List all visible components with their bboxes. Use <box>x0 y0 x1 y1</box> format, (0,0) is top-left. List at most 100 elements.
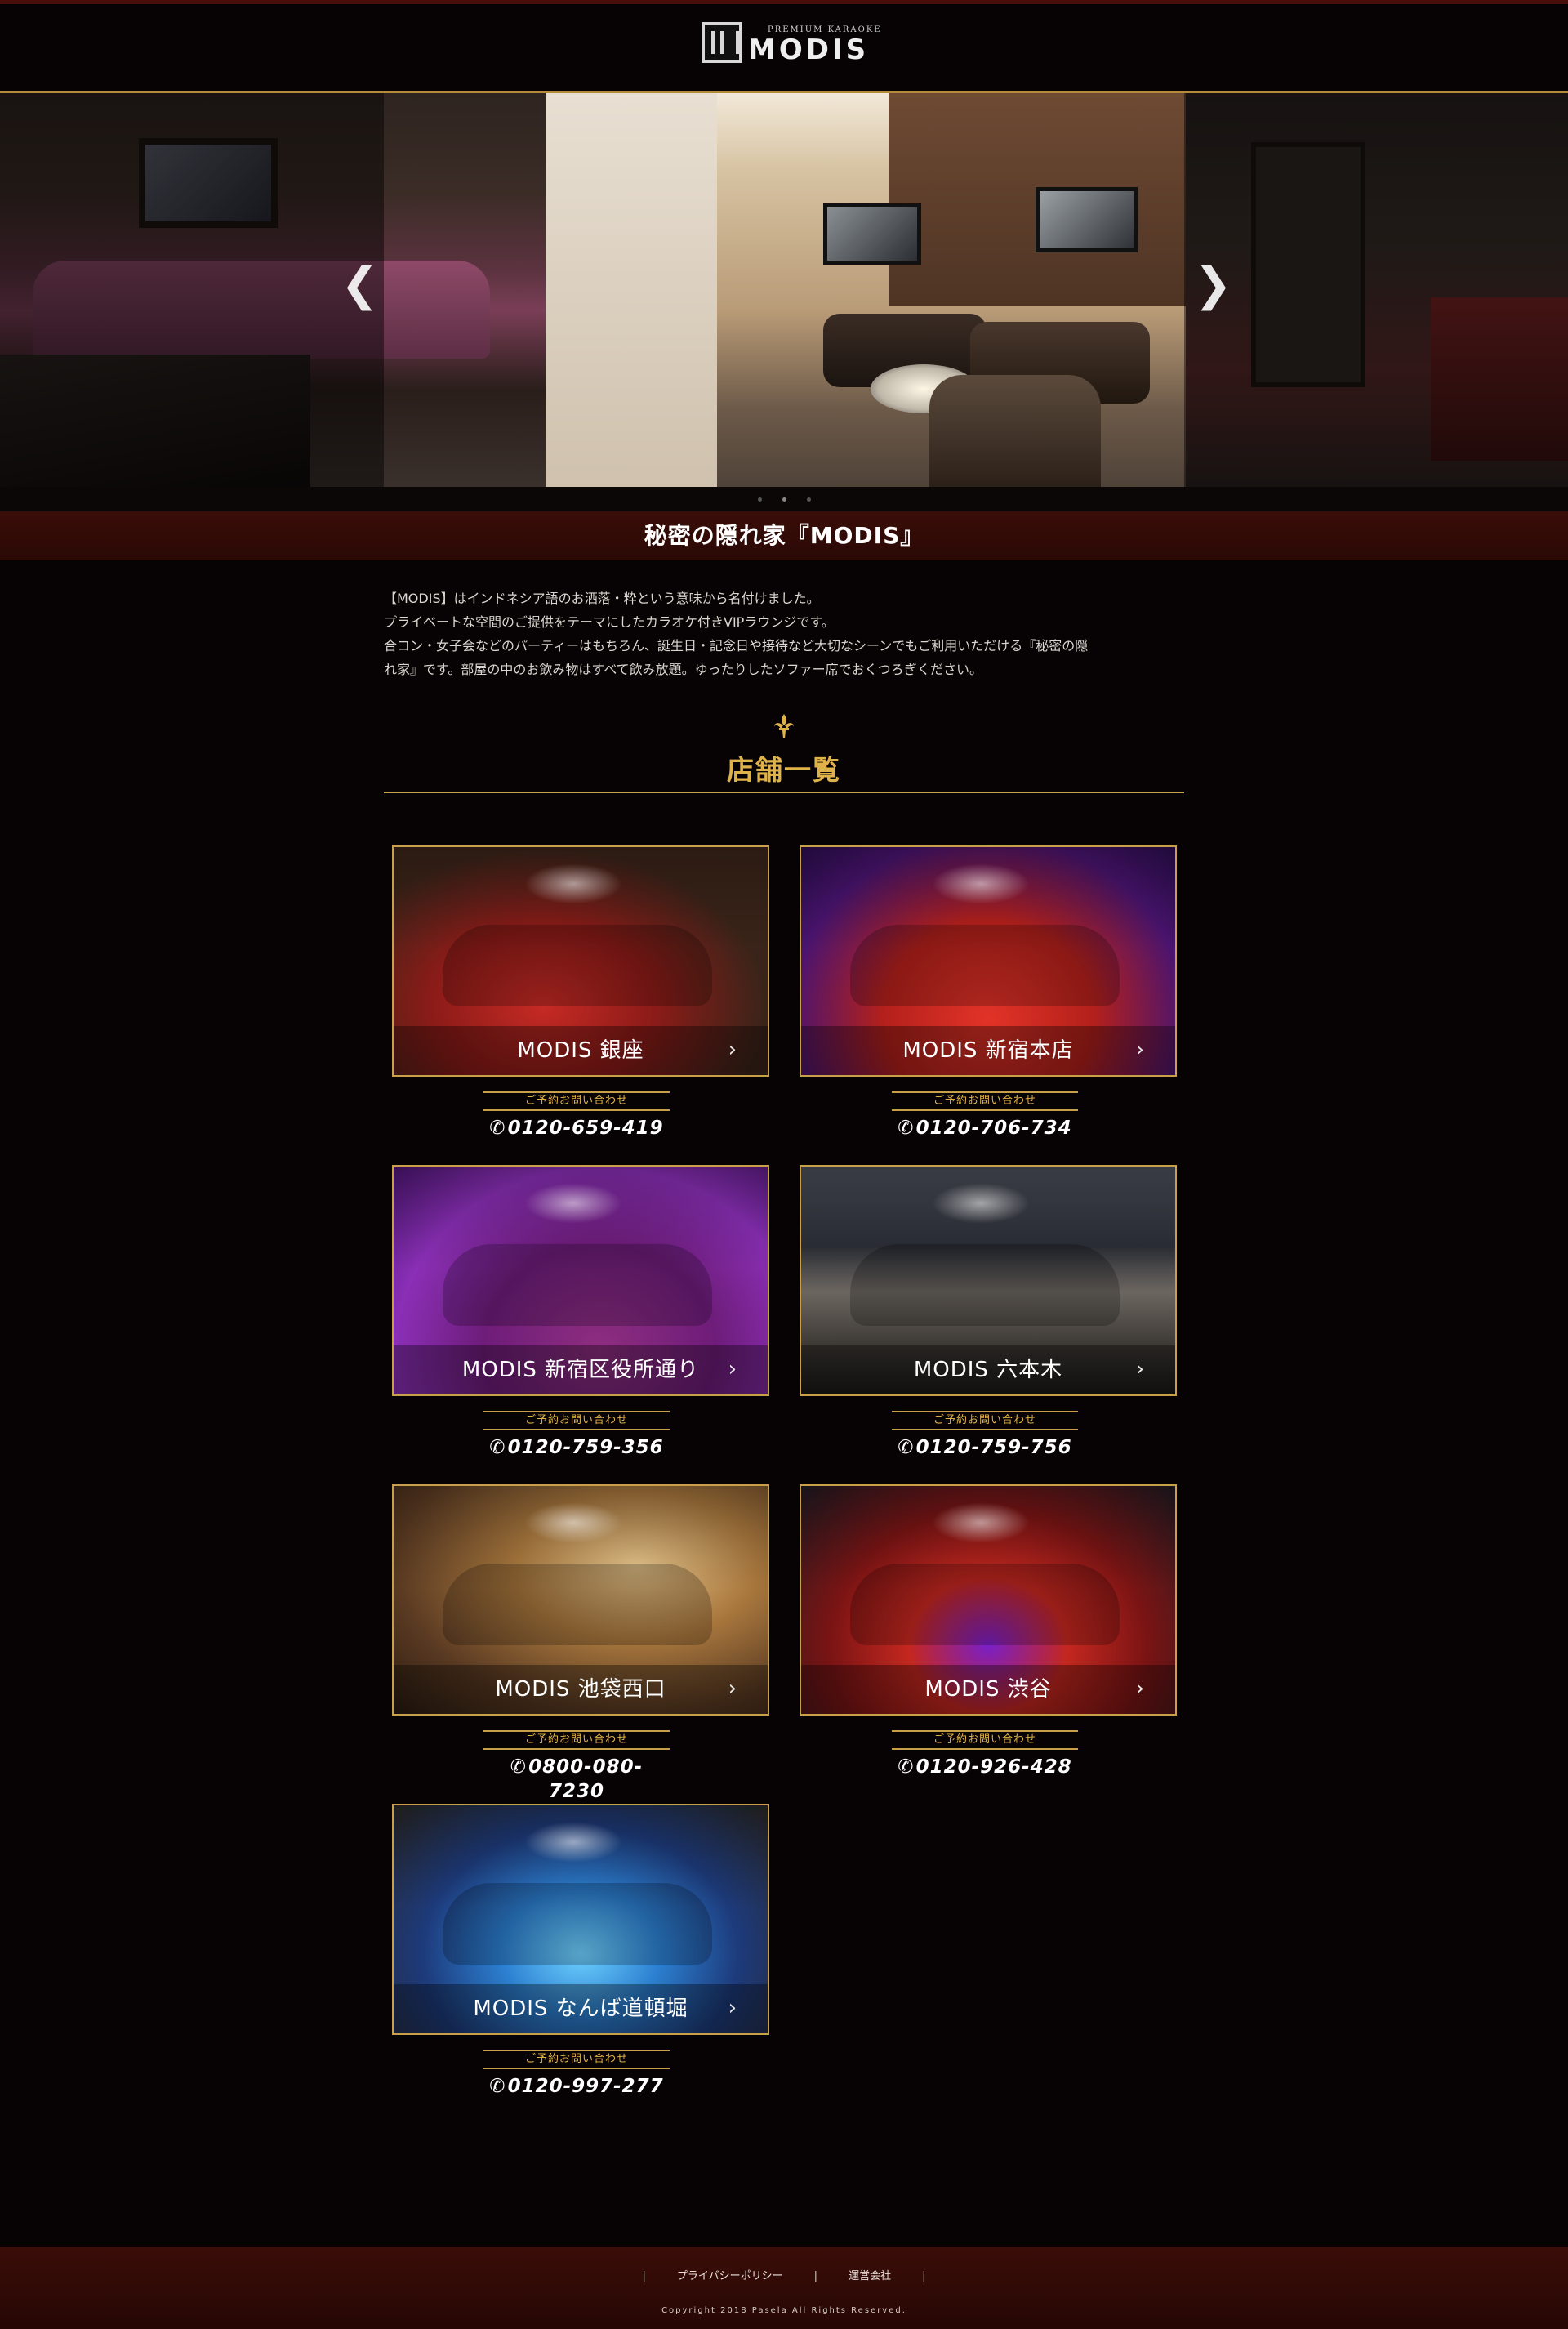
photo-light <box>932 863 1030 904</box>
store-list-title: 店舗一覧 <box>727 754 841 786</box>
modis-logo[interactable]: PREMIUM KARAOKE MODIS <box>702 19 880 68</box>
slide-dim-overlay <box>1184 93 1568 487</box>
page: PREMIUM KARAOKE MODIS ❮ ❯ 秘密の隠れ家『MODIS』 … <box>0 0 1568 2329</box>
store-card-roppongi[interactable]: MODIS 六本木 › <box>800 1165 1177 1396</box>
phone-link[interactable]: ✆0120-706-734 <box>892 1116 1078 1140</box>
contact-label: ご予約お問い合わせ <box>892 1730 1078 1750</box>
intro-title-band: 秘密の隠れ家『MODIS』 <box>0 511 1568 560</box>
footer-separator: | <box>922 2270 926 2282</box>
photo-sofa <box>443 1244 712 1326</box>
phone-number: 0120-706-734 <box>915 1118 1072 1139</box>
contact-label: ご予約お問い合わせ <box>892 1091 1078 1111</box>
privacy-policy-link[interactable]: プライバシーポリシー <box>677 2270 783 2282</box>
photo-sofa <box>850 1564 1120 1645</box>
slide-image-current <box>546 93 1186 487</box>
store-card-shinjuku-main[interactable]: MODIS 新宿本店 › <box>800 845 1177 1077</box>
photo-light <box>524 863 622 904</box>
photo-light <box>524 1183 622 1224</box>
contact-label: ご予約お問い合わせ <box>483 1730 670 1750</box>
phone-number: 0120-759-756 <box>915 1437 1072 1458</box>
intro-title: 秘密の隠れ家『MODIS』 <box>644 522 924 549</box>
slider-dot-active[interactable] <box>782 497 786 502</box>
phone-number: 0120-926-428 <box>915 1756 1072 1778</box>
slider-dot[interactable] <box>758 497 762 502</box>
store-contact-shinjuku-kuyakusho: ご予約お問い合わせ ✆0120-759-356 <box>483 1411 670 1460</box>
phone-icon: ✆ <box>898 1437 915 1458</box>
phone-number: 0120-997-277 <box>507 2076 664 2097</box>
copyright-text: Copyright 2018 Pasela All Rights Reserve… <box>662 2306 906 2315</box>
photo-light <box>932 1183 1030 1224</box>
company-link[interactable]: 運営会社 <box>849 2270 891 2282</box>
store-contact-ginza: ご予約お問い合わせ ✆0120-659-419 <box>483 1091 670 1140</box>
intro-line: れ家』です。部屋の中のお飲み物はすべて飲み放題。ゆったりしたソファー席でおくつろ… <box>384 662 982 677</box>
chevron-right-icon: › <box>728 1996 737 2020</box>
slider-dot[interactable] <box>807 497 811 502</box>
footer-nav: | プライバシーポリシー | 運営会社 | <box>0 2267 1568 2282</box>
chevron-right-icon: › <box>1135 1037 1144 1062</box>
store-name: MODIS 新宿本店 <box>801 1026 1175 1075</box>
intro-line: 合コン・女子会などのパーティーはもちろん、誕生日・記念日や接待など大切なシーンで… <box>384 638 1089 654</box>
photo-sofa <box>850 1244 1120 1326</box>
phone-link[interactable]: ✆0120-759-756 <box>892 1435 1078 1460</box>
intro-line: プライベートな空間のご提供をテーマにしたカラオケ付きVIPラウンジです。 <box>384 614 835 630</box>
contact-label: ご予約お問い合わせ <box>483 2050 670 2069</box>
slide-dim-overlay <box>0 93 384 487</box>
store-contact-shinjuku-main: ご予約お問い合わせ ✆0120-706-734 <box>892 1091 1078 1140</box>
intro-text: 【MODIS】はインドネシア語のお洒落・粋という意味から名付けました。 プライベ… <box>384 587 1192 681</box>
slide-wall <box>546 93 717 487</box>
phone-number: 0800-080-7230 <box>528 1756 644 1802</box>
site-header: PREMIUM KARAOKE MODIS <box>0 4 1568 91</box>
modis-logo-mark-icon <box>702 22 742 63</box>
chevron-right-icon: › <box>728 1357 737 1381</box>
phone-link[interactable]: ✆0120-659-419 <box>483 1116 670 1140</box>
phone-number: 0120-759-356 <box>507 1437 664 1458</box>
store-name: MODIS 渋谷 <box>801 1665 1175 1714</box>
chevron-right-icon[interactable]: ❯ <box>1194 261 1232 310</box>
slide-recliner <box>929 375 1101 487</box>
chevron-right-icon: › <box>728 1676 737 1701</box>
photo-sofa <box>850 925 1120 1006</box>
phone-icon: ✆ <box>898 1756 915 1778</box>
store-card-namba-dotonbori[interactable]: MODIS なんば道頓堀 › <box>392 1804 769 2035</box>
store-contact-namba-dotonbori: ご予約お問い合わせ ✆0120-997-277 <box>483 2050 670 2099</box>
store-contact-shibuya: ご予約お問い合わせ ✆0120-926-428 <box>892 1730 1078 1779</box>
store-contact-roppongi: ご予約お問い合わせ ✆0120-759-756 <box>892 1411 1078 1460</box>
phone-link[interactable]: ✆0800-080-7230 <box>483 1755 670 1804</box>
phone-icon: ✆ <box>898 1118 915 1139</box>
contact-label: ご予約お問い合わせ <box>483 1091 670 1111</box>
phone-icon: ✆ <box>489 1118 506 1139</box>
photo-sofa <box>443 1883 712 1965</box>
chevron-left-icon[interactable]: ❮ <box>341 261 379 310</box>
footer-separator: | <box>813 2270 818 2282</box>
store-card-ikebukuro-west[interactable]: MODIS 池袋西口 › <box>392 1484 769 1716</box>
section-divider <box>384 792 1184 796</box>
store-card-shibuya[interactable]: MODIS 渋谷 › <box>800 1484 1177 1716</box>
phone-link[interactable]: ✆0120-997-277 <box>483 2074 670 2099</box>
phone-icon: ✆ <box>489 2076 506 2097</box>
contact-label: ご予約お問い合わせ <box>483 1411 670 1430</box>
store-contact-ikebukuro-west: ご予約お問い合わせ ✆0800-080-7230 <box>483 1730 670 1802</box>
photo-light <box>524 1502 622 1543</box>
store-card-shinjuku-kuyakusho[interactable]: MODIS 新宿区役所通り › <box>392 1165 769 1396</box>
store-name: MODIS 六本木 <box>801 1345 1175 1394</box>
fleur-de-lis-icon <box>773 712 795 740</box>
store-card-ginza[interactable]: MODIS 銀座 › <box>392 845 769 1077</box>
footer-separator: | <box>642 2270 646 2282</box>
intro-line: 【MODIS】はインドネシア語のお洒落・粋という意味から名付けました。 <box>384 591 820 606</box>
hero-slider[interactable]: ❮ ❯ <box>0 91 1568 487</box>
store-name: MODIS なんば道頓堀 <box>394 1984 768 2033</box>
phone-number: 0120-659-419 <box>507 1118 664 1139</box>
photo-light <box>524 1822 622 1863</box>
contact-label: ご予約お問い合わせ <box>892 1411 1078 1430</box>
site-footer: | プライバシーポリシー | 運営会社 | Copyright 2018 Pasela … <box>0 2247 1568 2329</box>
photo-sofa <box>443 1564 712 1645</box>
chevron-right-icon: › <box>1135 1676 1144 1701</box>
store-name: MODIS 新宿区役所通り <box>394 1345 768 1394</box>
phone-link[interactable]: ✆0120-759-356 <box>483 1435 670 1460</box>
store-name: MODIS 銀座 <box>394 1026 768 1075</box>
slide-tv <box>823 203 921 265</box>
store-name: MODIS 池袋西口 <box>394 1665 768 1714</box>
logo-wordmark: MODIS <box>748 33 870 66</box>
chevron-right-icon: › <box>1135 1357 1144 1381</box>
phone-link[interactable]: ✆0120-926-428 <box>892 1755 1078 1779</box>
